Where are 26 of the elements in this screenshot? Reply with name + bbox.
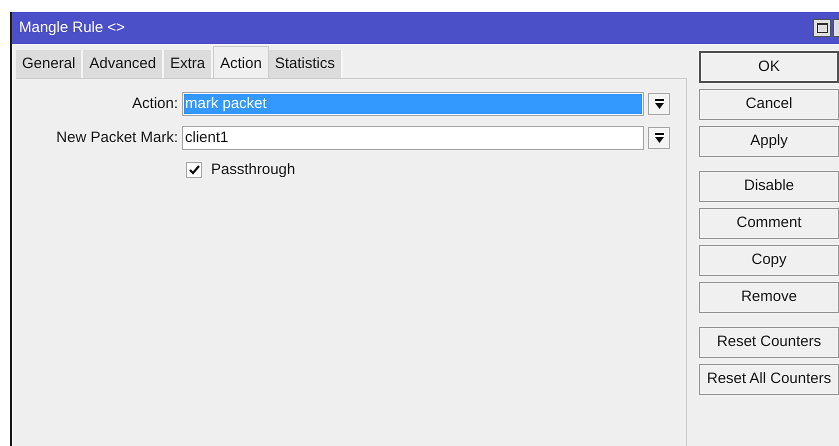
dropdown-field[interactable]: client1	[182, 126, 644, 150]
dialog-button[interactable]: Reset All Counters	[699, 364, 839, 395]
dialog-button[interactable]: Disable	[699, 171, 839, 202]
checkbox-label: Passthrough	[211, 160, 296, 180]
dialog-button[interactable]: Cancel	[699, 89, 839, 120]
tab[interactable]: Statistics	[268, 50, 343, 78]
dropdown-arrow-icon	[654, 132, 664, 144]
checkbox[interactable]	[186, 162, 202, 178]
dropdown-button[interactable]	[648, 93, 670, 115]
dropdown-button[interactable]	[648, 127, 670, 149]
check-icon	[188, 165, 200, 175]
field-label: New Packet Mark:	[55, 128, 179, 148]
tab[interactable]: General	[16, 50, 84, 78]
window-title: Mangle Rule <>	[19, 18, 126, 38]
dialog-button[interactable]: OK	[699, 51, 839, 83]
dialog-button[interactable]: Copy	[699, 245, 839, 276]
tab[interactable]: Action	[213, 46, 269, 78]
dialog-button[interactable]: Remove	[699, 282, 839, 313]
dropdown-arrow-icon	[654, 98, 664, 110]
tab[interactable]: Extra	[164, 50, 214, 78]
dialog-button[interactable]: Apply	[699, 126, 839, 157]
field-label: Action:	[131, 94, 179, 114]
tab[interactable]: Advanced	[83, 50, 164, 78]
dialog-button[interactable]: Reset Counters	[699, 327, 839, 358]
dialog-button[interactable]: Comment	[699, 208, 839, 239]
maximize-button[interactable]	[813, 19, 831, 37]
